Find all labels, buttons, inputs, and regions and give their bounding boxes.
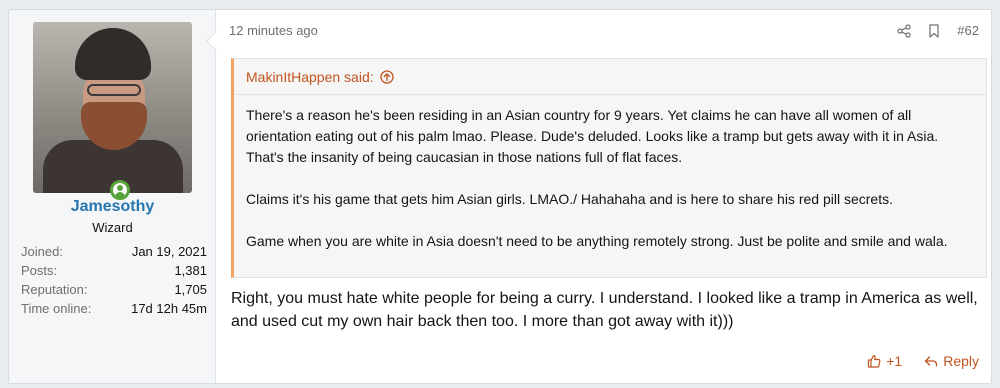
quote-block: MakinItHappen said: There's a reason he'… — [231, 58, 987, 278]
stat-value: Jan 19, 2021 — [131, 244, 207, 259]
user-title: Wizard — [92, 220, 133, 235]
post-message: Right, you must hate white people for be… — [231, 290, 978, 330]
stat-label: Reputation: — [21, 282, 88, 297]
quote-paragraph: There's a reason he's been residing in a… — [246, 107, 939, 165]
stat-reputation: Reputation: 1,705 — [21, 280, 207, 299]
bookmark-icon[interactable] — [927, 23, 941, 38]
user-info-panel: Jamesothy Wizard Joined: Jan 19, 2021 Po… — [9, 10, 216, 383]
forum-post: Jamesothy Wizard Joined: Jan 19, 2021 Po… — [8, 9, 992, 384]
username-link[interactable]: Jamesothy — [9, 198, 216, 216]
stat-value: 1,705 — [174, 282, 207, 297]
online-status-icon — [110, 180, 130, 200]
quote-header[interactable]: MakinItHappen said: — [234, 59, 986, 95]
quote-author[interactable]: MakinItHappen said: — [246, 59, 374, 95]
user-stats: Joined: Jan 19, 2021 Posts: 1,381 Reputa… — [21, 242, 207, 318]
post-footer-actions: +1 Reply — [867, 353, 979, 369]
quote-paragraph: Game when you are white in Asia doesn't … — [246, 233, 948, 249]
post-main: 12 minutes ago #62 MakinItHappen said: T… — [217, 10, 991, 383]
reply-label: Reply — [943, 353, 979, 369]
like-count: +1 — [886, 353, 903, 369]
reply-icon — [925, 356, 938, 367]
thumbs-up-icon — [868, 354, 881, 368]
reply-button[interactable]: Reply — [924, 353, 979, 369]
stat-label: Posts: — [21, 263, 58, 278]
stat-label: Joined: — [21, 244, 63, 259]
share-icon[interactable] — [897, 23, 911, 38]
stat-value[interactable]: 1,381 — [174, 261, 207, 280]
like-button[interactable]: +1 — [867, 353, 902, 369]
quote-content: There's a reason he's been residing in a… — [234, 95, 986, 252]
arrow-up-circle-icon[interactable] — [379, 69, 394, 84]
quote-paragraph: Claims it's his game that gets him Asian… — [246, 191, 893, 207]
post-number-link[interactable]: #62 — [957, 23, 979, 38]
stat-time-online: Time online: 17d 12h 45m — [21, 299, 207, 318]
post-timestamp[interactable]: 12 minutes ago — [229, 23, 318, 38]
avatar[interactable] — [33, 22, 192, 193]
stat-joined: Joined: Jan 19, 2021 — [21, 242, 207, 261]
stat-label: Time online: — [21, 301, 92, 316]
stat-posts: Posts: 1,381 — [21, 261, 207, 280]
stat-value: 17d 12h 45m — [131, 301, 207, 316]
post-actions: #62 — [897, 23, 979, 38]
